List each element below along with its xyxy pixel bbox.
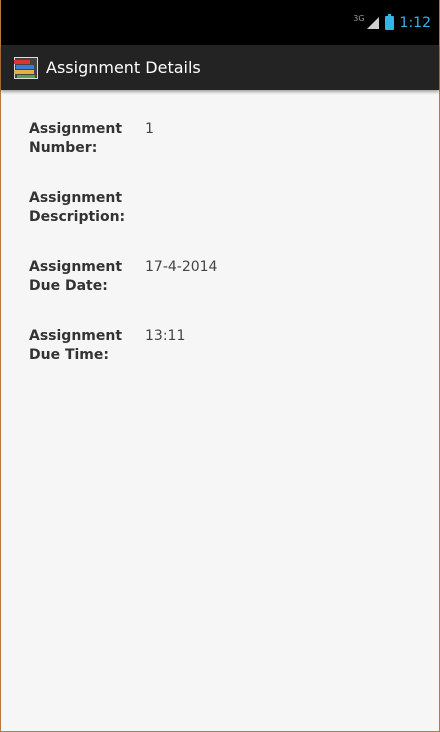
status-bar: 3G 1:12 — [1, 0, 439, 45]
status-clock: 1:12 — [399, 15, 431, 31]
detail-row-description: Assignment Description: — [29, 189, 429, 258]
assignment-number-value: 1 — [145, 121, 154, 137]
network-type-label: 3G — [353, 13, 365, 23]
details-list: Assignment Number: 1 Assignment Descript… — [29, 120, 429, 396]
assignment-due-date-label: Assignment Due Date: — [29, 259, 123, 294]
battery-icon — [384, 14, 394, 30]
detail-row-due-date: Assignment Due Date: 17-4-2014 — [29, 258, 429, 327]
assignment-description-label: Assignment Description: — [29, 190, 126, 225]
signal-icon — [366, 17, 379, 29]
assignment-due-time-label: Assignment Due Time: — [29, 328, 123, 363]
app-window: 3G 1:12 Assignment Details Assignment Nu… — [0, 0, 440, 732]
assignment-number-label: Assignment Number: — [29, 121, 123, 156]
assignment-due-date-value: 17-4-2014 — [145, 259, 218, 275]
detail-row-due-time: Assignment Due Time: 13:11 — [29, 327, 429, 396]
action-bar: Assignment Details — [1, 45, 439, 90]
page-title: Assignment Details — [46, 58, 201, 77]
status-indicators: 3G 1:12 — [353, 14, 431, 32]
detail-row-number: Assignment Number: 1 — [29, 120, 429, 189]
books-app-icon[interactable] — [14, 56, 38, 79]
assignment-due-time-value: 13:11 — [145, 328, 186, 344]
